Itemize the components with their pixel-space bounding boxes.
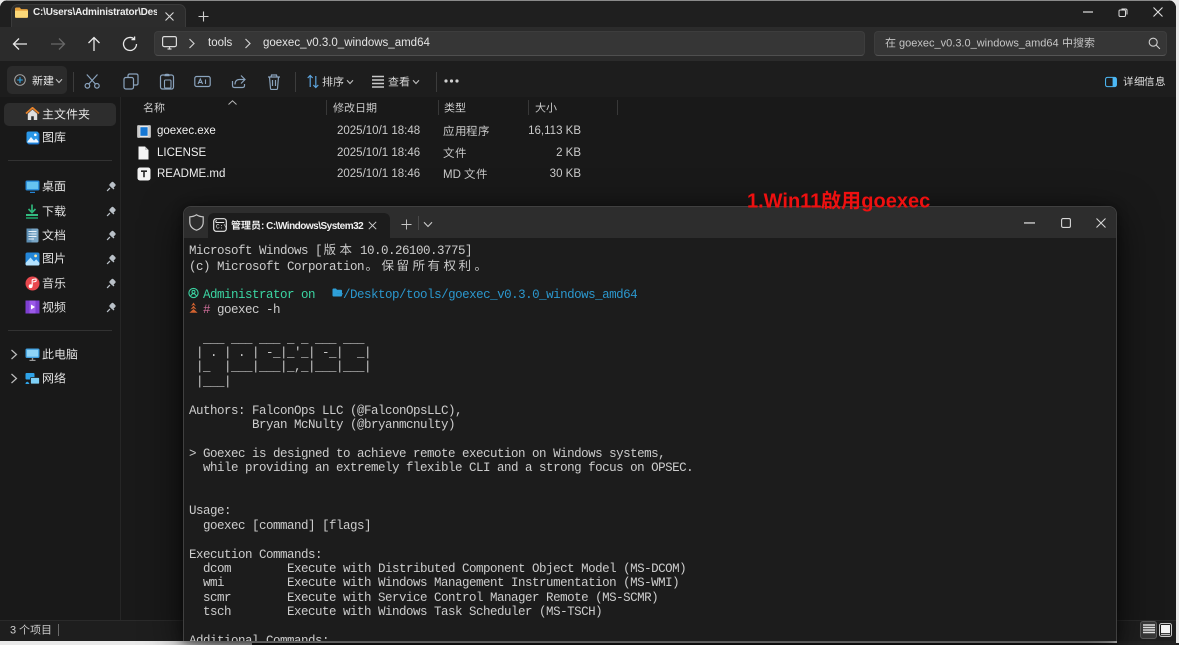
svg-text:C:\: C:\: [216, 224, 227, 231]
